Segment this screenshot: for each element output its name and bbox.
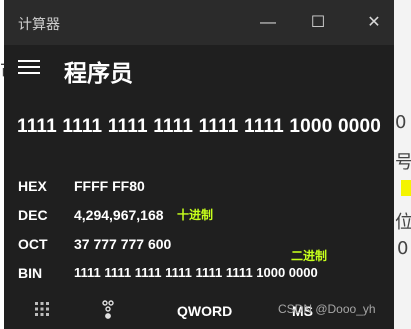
word-size-button[interactable]: QWORD: [177, 303, 232, 319]
background-glyph: 0: [395, 112, 407, 133]
keypad-grid-icon[interactable]: [34, 301, 50, 320]
background-highlight: [401, 180, 411, 196]
base-row-oct[interactable]: OCT 37 777 777 600: [4, 232, 394, 256]
mode-title: 程序员: [64, 61, 133, 87]
minimize-button[interactable]: —: [250, 9, 286, 37]
title-bar[interactable]: 计算器 — ☐ ✕: [4, 0, 394, 45]
maximize-button[interactable]: ☐: [300, 9, 336, 37]
base-value: FFFF FF80: [74, 178, 145, 194]
background-glyph: 位: [395, 212, 411, 233]
base-value: 1111 1111 1111 1111 1111 1111 1000 0000: [74, 265, 318, 280]
base-row-hex[interactable]: HEX FFFF FF80: [4, 174, 394, 198]
result-display: 1111 1111 1111 1111 1111 1111 1000 0000: [16, 116, 382, 137]
background-glyph: 0: [397, 238, 409, 259]
base-label: HEX: [18, 178, 47, 194]
background-glyph: 号: [395, 152, 411, 173]
base-row-bin[interactable]: BIN 1111 1111 1111 1111 1111 1111 1000 0…: [4, 261, 394, 285]
base-value: 37 777 777 600: [74, 236, 172, 252]
base-label: OCT: [18, 236, 48, 252]
base-label: DEC: [18, 207, 48, 223]
menu-icon[interactable]: [18, 60, 40, 78]
base-value: 4,294,967,168: [74, 207, 164, 223]
base-label: BIN: [18, 265, 43, 281]
close-button[interactable]: ✕: [356, 9, 392, 37]
watermark: CSDN @Dooo_yh: [278, 302, 376, 316]
decimal-annotation: 十进制: [177, 208, 214, 222]
app-title: 计算器: [18, 17, 60, 33]
binary-annotation: 二进制: [291, 249, 328, 263]
bit-toggle-icon[interactable]: [100, 300, 116, 323]
calculator-window: 计算器 — ☐ ✕ 程序员 1111 1111 1111 1111 1111 1…: [4, 0, 394, 329]
